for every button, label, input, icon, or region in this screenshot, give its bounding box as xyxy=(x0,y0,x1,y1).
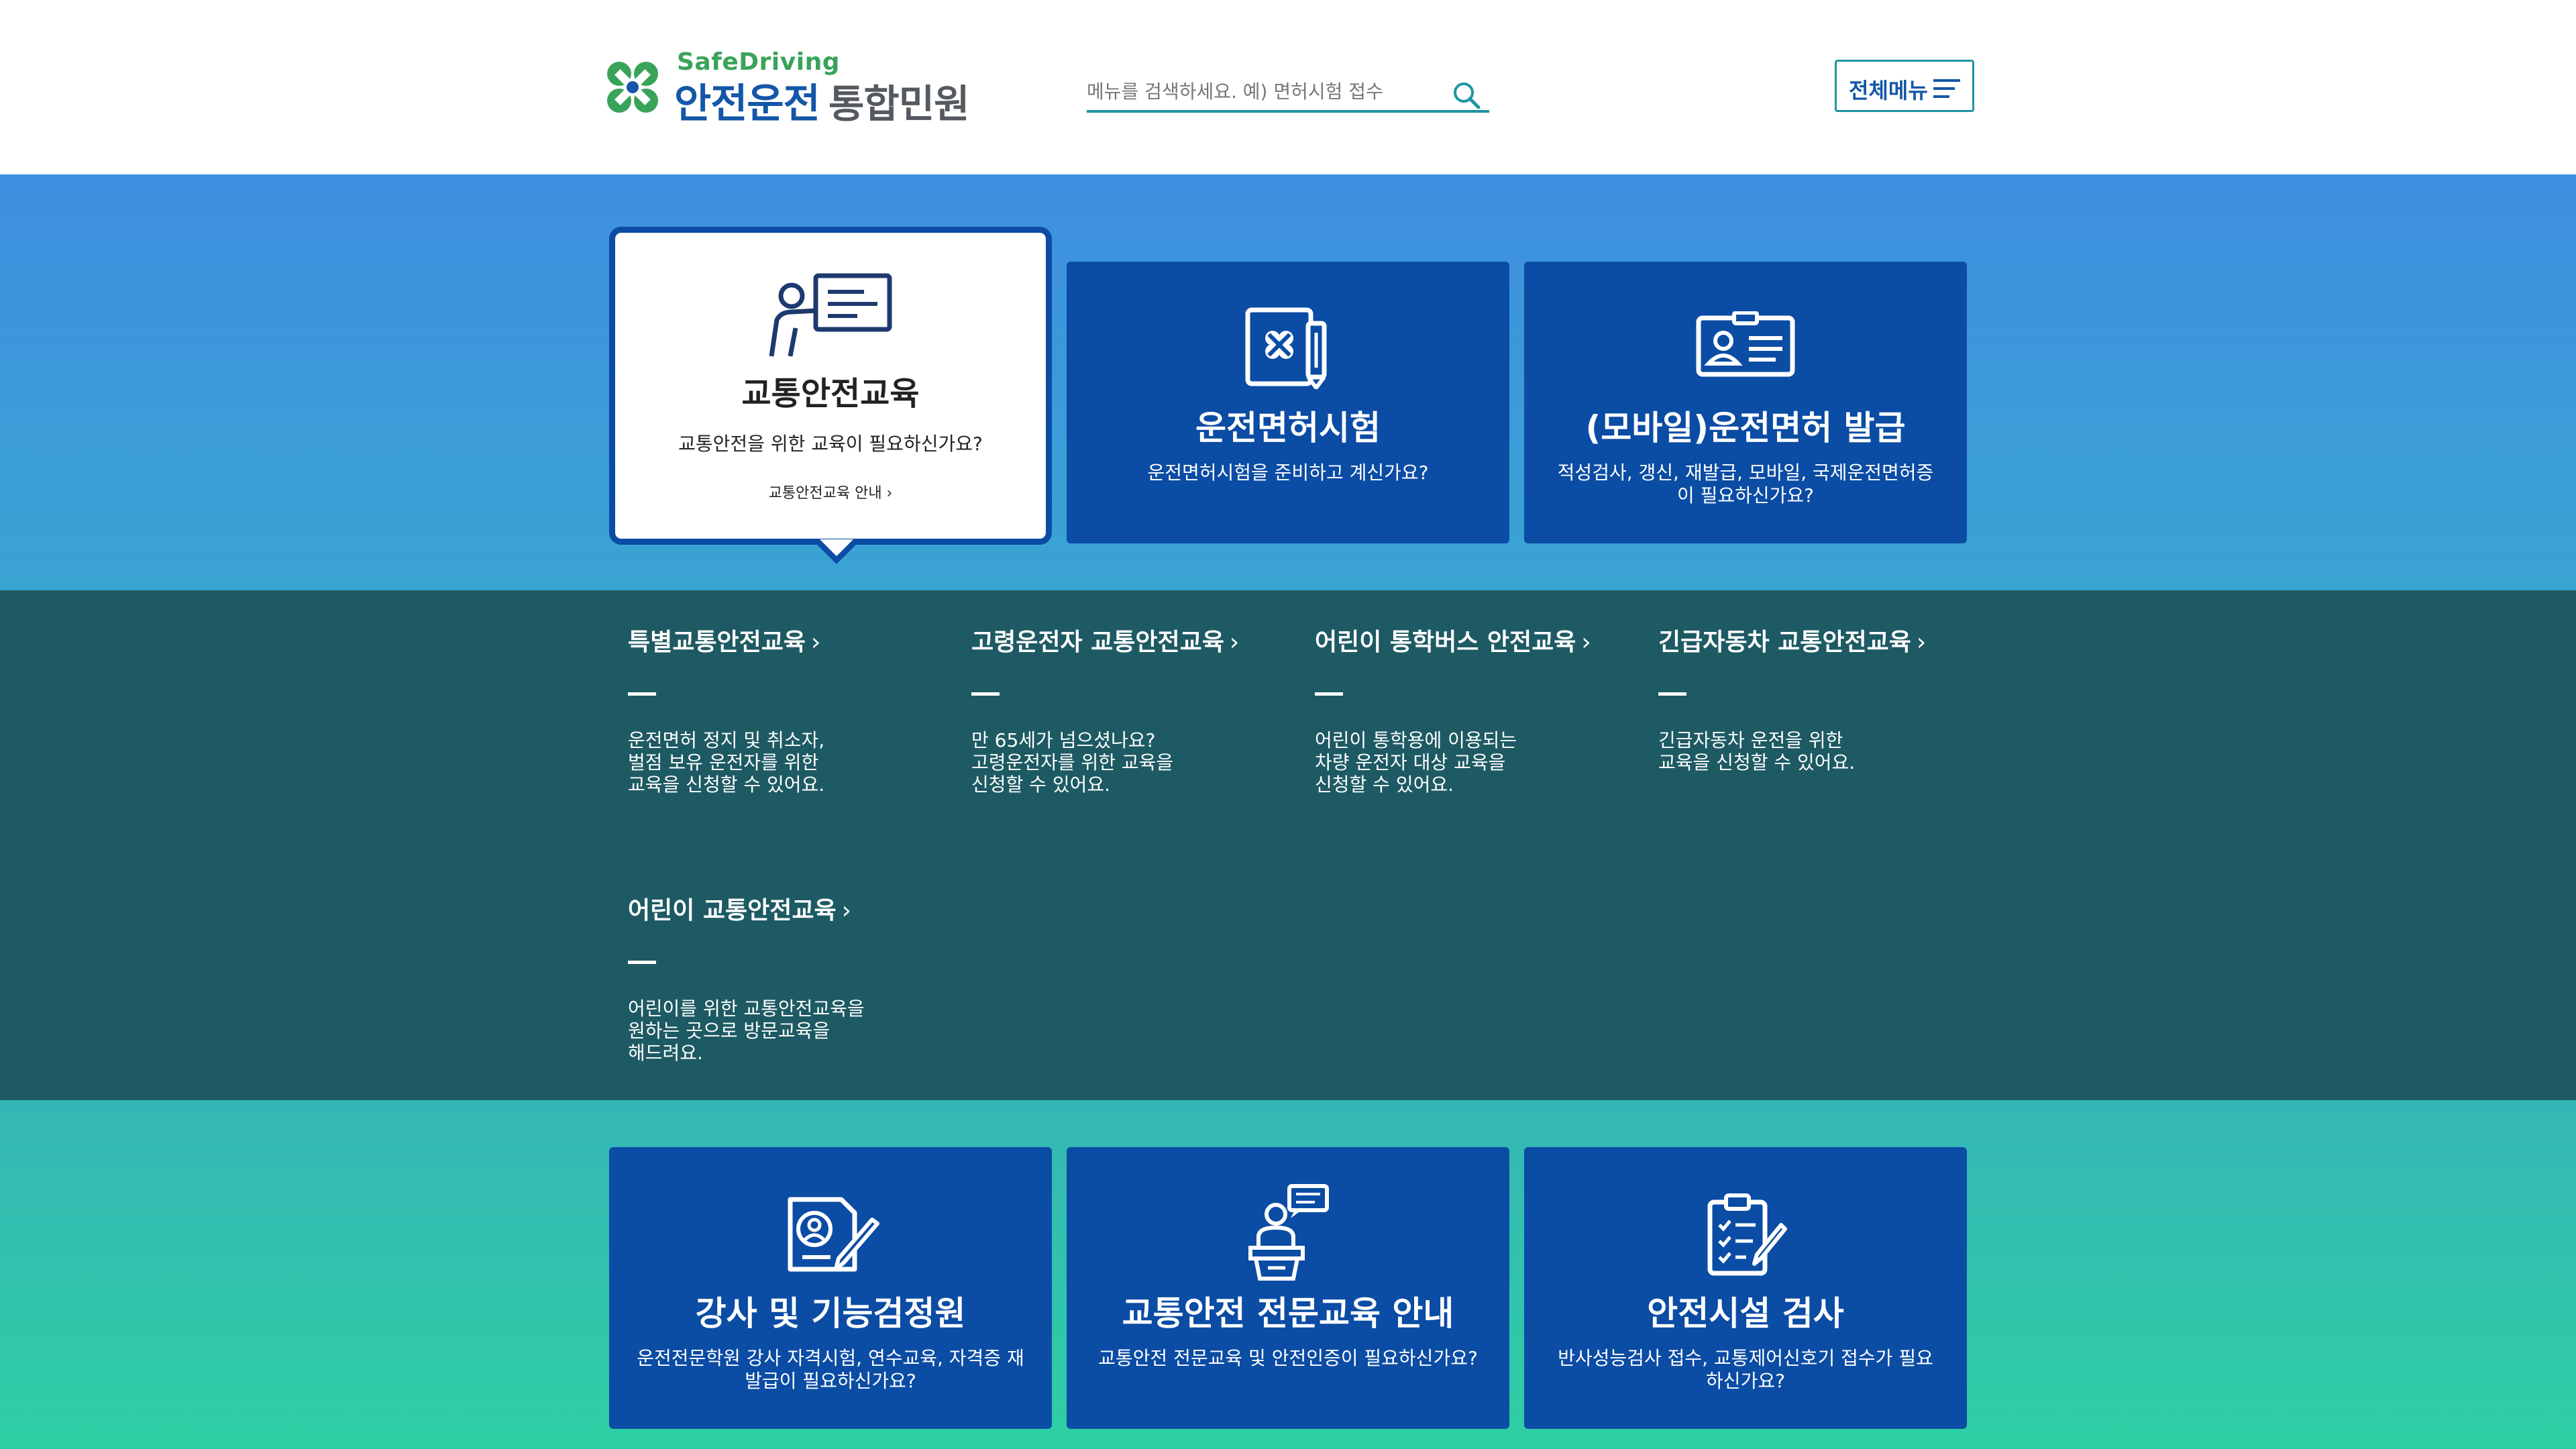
sub-item-title[interactable]: 긴급자동차 교통안전교육 › xyxy=(1658,623,1980,657)
sub-item-senior-driver-education[interactable]: 고령운전자 교통안전교육 › 만 65세가 넘으셨나요? 고령운전자를 위한 교육… xyxy=(971,623,1293,796)
chevron-right-icon: › xyxy=(841,897,852,924)
card-title: 강사 및 기능검정원 xyxy=(695,1294,966,1333)
card-description: 운전면허시험을 준비하고 계신가요? xyxy=(1147,462,1429,484)
chevron-right-icon: › xyxy=(1229,629,1240,656)
full-menu-label: 전체메뉴 xyxy=(1849,78,1928,103)
search-icon[interactable] xyxy=(1452,80,1481,110)
sub-item-title-text: 어린이 통학버스 안전교육 xyxy=(1315,629,1576,656)
sub-item-description: 만 65세가 넘으셨나요? 고령운전자를 위한 교육을 신청할 수 있어요. xyxy=(971,729,1174,796)
card-title: 교통안전교육 xyxy=(741,375,920,413)
sub-item-description: 어린이 통학용에 이용되는 차량 운전자 대상 교육을 신청할 수 있어요. xyxy=(1315,729,1517,796)
divider xyxy=(971,692,1000,696)
logo-main-text: 안전운전 xyxy=(674,80,820,127)
card-traffic-safety-education[interactable]: 교통안전교육 교통안전을 위한 교육이 필요하신가요? 교통안전교육 안내 › xyxy=(609,227,1052,545)
card-description: 운전전문학원 강사 자격시험, 연수교육, 자격증 재발급이 필요하신가요? xyxy=(637,1347,1024,1392)
card-description: 적성검사, 갱신, 재발급, 모바일, 국제운전면허증이 필요하신가요? xyxy=(1557,462,1934,506)
lecturer-podium-icon xyxy=(1248,1184,1329,1281)
divider xyxy=(628,961,656,964)
sub-item-title[interactable]: 어린이 통학버스 안전교육 › xyxy=(1315,623,1637,657)
card-traffic-safety-expert-education[interactable]: 교통안전 전문교육 안내 교통안전 전문교육 및 안전인증이 필요하신가요? xyxy=(1067,1147,1509,1429)
divider xyxy=(1658,692,1686,696)
chevron-right-icon: › xyxy=(1581,629,1591,656)
divider xyxy=(1315,692,1343,696)
search-input[interactable] xyxy=(1087,72,1436,110)
card-description: 교통안전을 위한 교육이 필요하신가요? xyxy=(678,433,983,455)
sub-item-special-education[interactable]: 특별교통안전교육 › 운전면허 정지 및 취소자, 벌점 보유 운전자를 위한 교… xyxy=(628,623,950,796)
chevron-right-icon: › xyxy=(810,629,821,656)
site-header: SafeDriving 안전운전 통합민원 전체메뉴 xyxy=(0,0,2576,174)
card-description: 반사성능검사 접수, 교통제어신호기 접수가 필요하신가요? xyxy=(1558,1347,1933,1392)
sub-item-title-text: 어린이 교통안전교육 xyxy=(628,897,837,924)
card-instructor-examiner[interactable]: 강사 및 기능검정원 운전전문학원 강사 자격시험, 연수교육, 자격증 재발급… xyxy=(609,1147,1052,1429)
card-title: (모바일)운전면허 발급 xyxy=(1585,409,1906,447)
card-description: 교통안전 전문교육 및 안전인증이 필요하신가요? xyxy=(1098,1347,1478,1369)
card-title: 운전면허시험 xyxy=(1195,409,1381,447)
teacher-board-icon xyxy=(769,273,892,357)
sub-item-children-education[interactable]: 어린이 교통안전교육 › 어린이를 위한 교통안전교육을 원하는 곳으로 방문교육… xyxy=(628,891,950,1064)
traffic-education-guide-link[interactable]: 교통안전교육 안내 › xyxy=(615,481,1046,502)
card-safety-facility-inspection[interactable]: 안전시설 검사 반사성능검사 접수, 교통제어신호기 접수가 필요하신가요? xyxy=(1524,1147,1967,1429)
card-title: 교통안전 전문교육 안내 xyxy=(1122,1294,1454,1333)
instructor-certificate-icon xyxy=(788,1197,879,1272)
license-exam-icon xyxy=(1245,307,1327,389)
full-menu-button[interactable]: 전체메뉴 xyxy=(1835,60,1974,112)
sub-item-title-text: 긴급자동차 교통안전교육 xyxy=(1658,629,1911,656)
clipboard-checklist-icon xyxy=(1707,1193,1787,1276)
chevron-right-icon: › xyxy=(1916,629,1927,656)
sub-item-title[interactable]: 고령운전자 교통안전교육 › xyxy=(971,623,1293,657)
sub-item-description: 긴급자동차 운전을 위한 교육을 신청할 수 있어요. xyxy=(1658,729,1856,773)
sub-item-description: 어린이를 위한 교통안전교육을 원하는 곳으로 방문교육을 해드려요. xyxy=(628,998,865,1064)
sub-item-school-bus-education[interactable]: 어린이 통학버스 안전교육 › 어린이 통학용에 이용되는 차량 운전자 대상 교… xyxy=(1315,623,1637,796)
divider xyxy=(628,692,656,696)
sub-item-description: 운전면허 정지 및 취소자, 벌점 보유 운전자를 위한 교육을 신청할 수 있… xyxy=(628,729,825,796)
hamburger-icon xyxy=(1933,79,1960,98)
site-logo[interactable]: SafeDriving 안전운전 통합민원 xyxy=(599,48,975,127)
id-card-icon xyxy=(1696,311,1795,377)
logo-sub-text: 통합민원 xyxy=(828,81,969,127)
card-title: 안전시설 검사 xyxy=(1647,1294,1844,1333)
sub-item-title[interactable]: 어린이 교통안전교육 › xyxy=(628,891,950,926)
sub-item-title-text: 특별교통안전교육 xyxy=(628,629,806,656)
card-license-exam[interactable]: 운전면허시험 운전면허시험을 준비하고 계신가요? xyxy=(1067,262,1509,543)
active-card-pointer-inner xyxy=(820,539,853,556)
clover-logo-icon xyxy=(607,62,658,113)
card-mobile-license-issue[interactable]: (모바일)운전면허 발급 적성검사, 갱신, 재발급, 모바일, 국제운전면허증… xyxy=(1524,262,1967,543)
search-box xyxy=(1087,72,1489,113)
sub-item-title[interactable]: 특별교통안전교육 › xyxy=(628,623,950,657)
sub-item-emergency-vehicle-education[interactable]: 긴급자동차 교통안전교육 › 긴급자동차 운전을 위한 교육을 신청할 수 있어요… xyxy=(1658,623,1980,773)
sub-item-title-text: 고령운전자 교통안전교육 xyxy=(971,629,1224,656)
